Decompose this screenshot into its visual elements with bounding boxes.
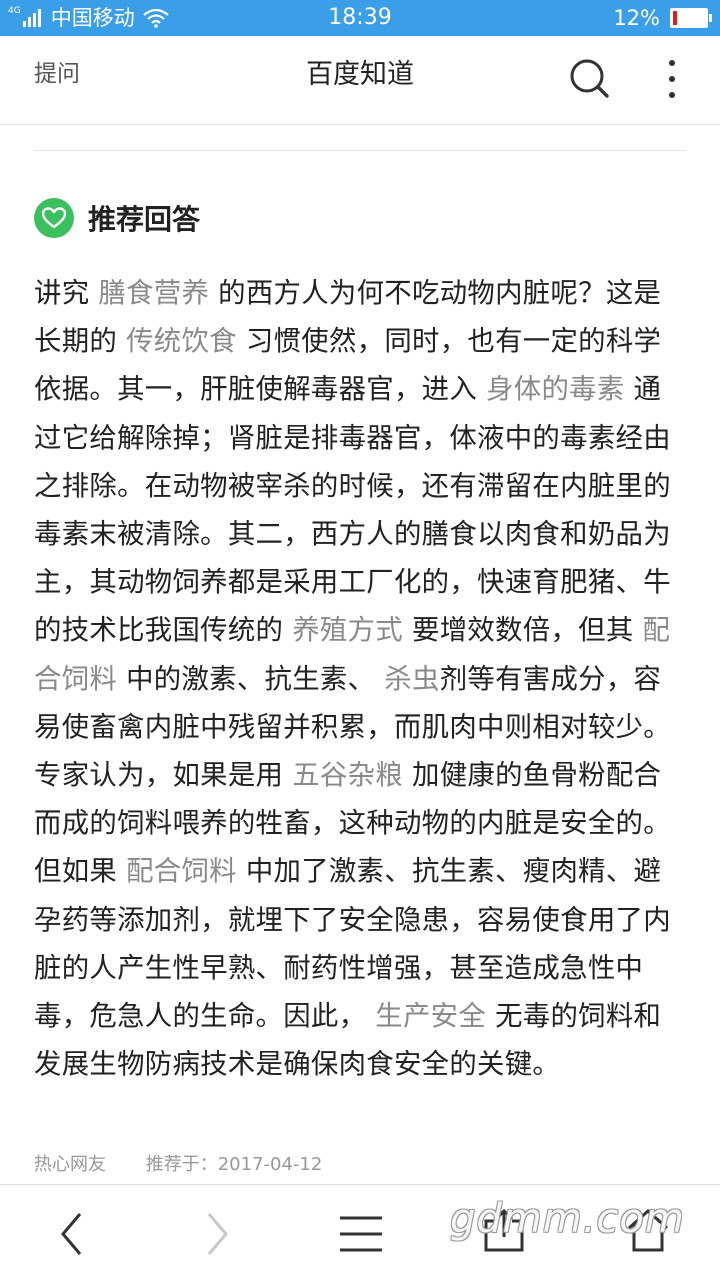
top-nav-bar: 提问 百度知道 [0,36,720,125]
search-icon[interactable] [567,56,611,100]
keyword-link[interactable]: 膳食营养 [98,278,209,309]
recommended-date: 推荐于：2017-04-12 [145,1154,323,1175]
watermark: gdmm.com [450,1196,685,1242]
keyword-link[interactable]: 生产安全 [375,1001,486,1032]
keyword-link[interactable]: 养殖方式 [292,615,403,646]
page-title: 百度知道 [306,59,414,90]
status-bar: 4G 中国移动 18:39 12% [0,0,720,36]
section-title: 推荐回答 [88,203,201,236]
more-vertical-icon[interactable] [662,56,682,106]
clock: 18:39 [328,5,392,30]
keyword-link[interactable]: 配合饲料 [126,856,237,887]
forward-icon[interactable] [205,1211,231,1257]
answer-text: 中的激素、抗生素、 [117,663,385,695]
content-divider [34,150,686,151]
answer-text: 通过它给解除掉；肾脏是排毒器官，体液中的毒素经由之排除。在动物被宰杀的时候，还有… [34,374,671,647]
answer-text: 要增效数倍，但其 [403,615,643,647]
keyword-link[interactable]: 杀虫 [384,664,439,695]
heart-icon [34,198,74,238]
answer-body: 讲究 膳食营养 的西方人为何不吃动物内脏呢？这是长期的 传统饮食 习惯使然，同时… [34,270,682,1089]
answer-meta: 热心网友 推荐于：2017-04-12 [34,1150,356,1176]
battery-icon [670,8,712,28]
battery-percent: 12% [613,6,660,30]
keyword-link[interactable]: 传统饮食 [126,326,237,357]
back-icon[interactable] [58,1211,84,1257]
answer-author: 热心网友 [34,1154,106,1175]
recommended-answer-header: 推荐回答 [34,197,200,239]
keyword-link[interactable]: 身体的毒素 [486,374,624,405]
keyword-link[interactable]: 五谷杂粮 [292,760,403,791]
menu-icon[interactable] [338,1215,384,1253]
answer-text: 讲究 [34,278,99,309]
